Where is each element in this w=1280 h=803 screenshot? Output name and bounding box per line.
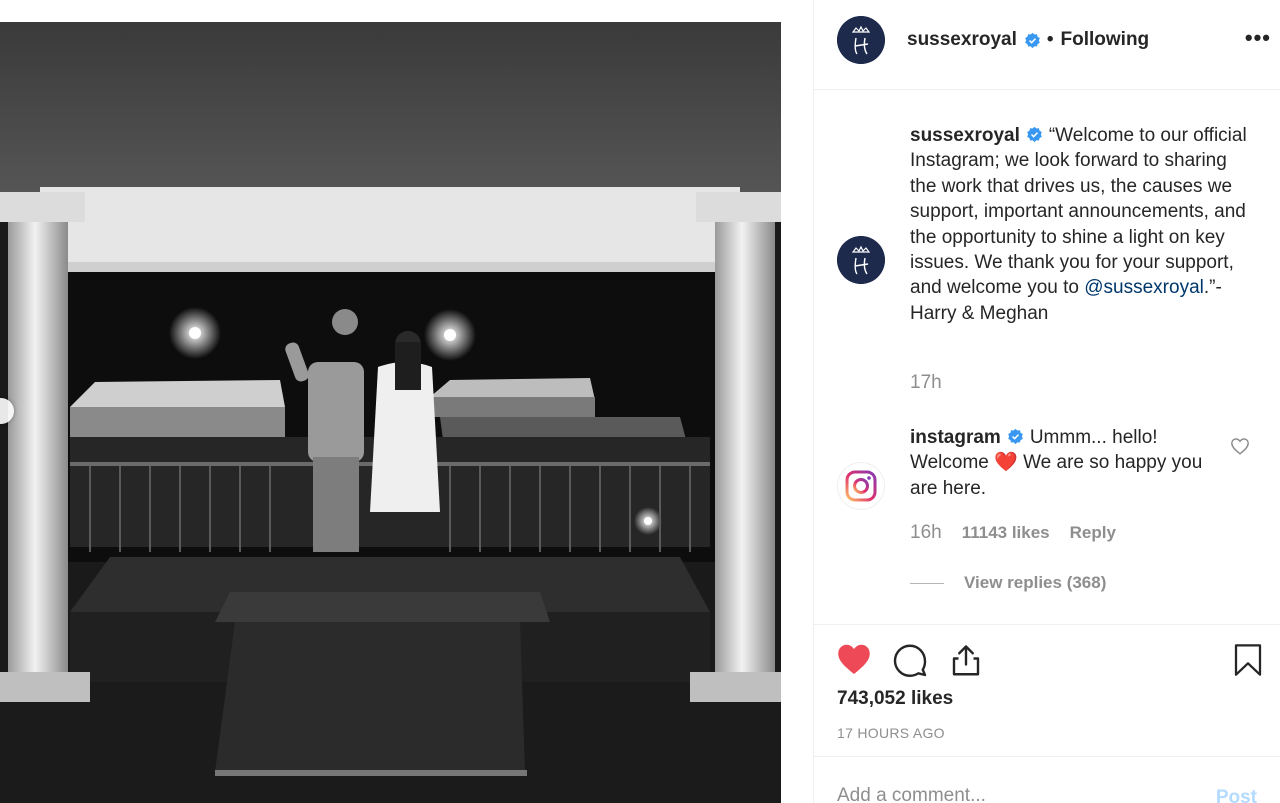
post-image[interactable]	[0, 22, 781, 803]
heart-outline-icon[interactable]	[1230, 437, 1250, 455]
caption-time[interactable]: 17h	[910, 372, 942, 393]
likes-count[interactable]: 743,052 likes	[837, 688, 953, 710]
post-header: sussexroyal • Following •••	[814, 0, 1280, 90]
post-comment-button[interactable]: Post	[1216, 787, 1257, 803]
comment-text: instagram Ummm... hello! Welcome ❤️ We a…	[910, 425, 1220, 501]
caption-avatar[interactable]	[837, 236, 885, 284]
comment-time[interactable]: 16h	[910, 522, 942, 543]
add-comment-bar: Post	[814, 756, 1280, 803]
verified-badge-icon	[1027, 126, 1042, 143]
view-replies-button[interactable]: View replies (368)	[910, 573, 1106, 593]
replies-divider-line	[910, 582, 944, 584]
verified-badge-icon	[1025, 32, 1040, 48]
comment-input[interactable]	[837, 785, 1177, 803]
comments-section: sussexroyal “Welcome to our official Ins…	[814, 90, 1280, 624]
verified-badge-icon	[1008, 428, 1023, 445]
comment-meta: 16h 11143 likes Reply	[910, 522, 1136, 544]
post-sidebar: sussexroyal • Following ••• sussexroyal …	[813, 0, 1280, 803]
red-heart-emoji-icon: ❤️	[994, 452, 1018, 474]
bookmark-icon[interactable]	[1232, 642, 1264, 678]
caption-text-main: “Welcome to our official Instagram; we l…	[910, 125, 1247, 299]
monogram-logo-icon	[837, 16, 885, 64]
monogram-logo-icon	[837, 236, 885, 284]
post-timestamp[interactable]: 17 HOURS AGO	[837, 725, 945, 741]
caption-username[interactable]: sussexroyal	[910, 125, 1020, 146]
more-dots-icon[interactable]: •••	[1245, 25, 1271, 51]
post-actions: 743,052 likes 17 HOURS AGO	[814, 624, 1280, 756]
follow-status[interactable]: Following	[1061, 29, 1150, 51]
header-username[interactable]: sussexroyal	[907, 29, 1017, 51]
header-user-row: sussexroyal • Following	[907, 29, 1149, 51]
avatar[interactable]	[837, 16, 885, 64]
share-icon[interactable]	[948, 642, 984, 678]
comment-likes[interactable]: 11143 likes	[962, 523, 1050, 542]
comment-avatar[interactable]	[837, 462, 885, 510]
caption-mention-link[interactable]: @sussexroyal	[1084, 277, 1204, 298]
post-photo-illustration	[0, 22, 781, 803]
view-replies-label: View replies (368)	[964, 573, 1107, 592]
comment-bubble-icon[interactable]	[892, 642, 928, 678]
heart-filled-icon[interactable]	[836, 642, 872, 676]
caption-meta: 17h	[910, 372, 962, 394]
caption-text: sussexroyal “Welcome to our official Ins…	[910, 123, 1255, 326]
instagram-logo-icon	[845, 470, 877, 502]
header-separator: •	[1046, 29, 1054, 50]
reply-button[interactable]: Reply	[1070, 523, 1116, 542]
comment-username[interactable]: instagram	[910, 427, 1001, 448]
